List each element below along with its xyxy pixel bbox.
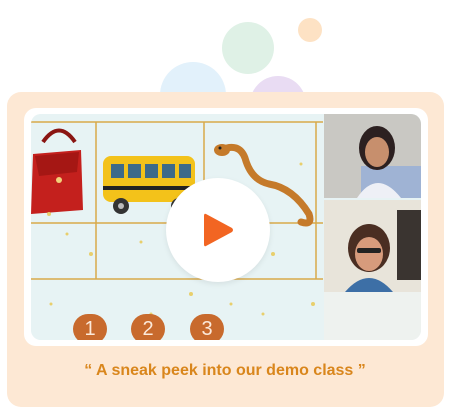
decor-bubble-green bbox=[222, 22, 274, 74]
decor-bubble-orange bbox=[298, 18, 322, 42]
demo-video[interactable]: 1 2 3 bbox=[31, 114, 421, 340]
video-caption: “ A sneak peek into our demo class ” bbox=[84, 362, 366, 379]
play-icon bbox=[204, 213, 233, 247]
play-button[interactable] bbox=[166, 178, 270, 282]
video-frame: 1 2 3 bbox=[24, 108, 428, 346]
student-webcam bbox=[324, 200, 421, 292]
lesson-number-1: 1 bbox=[73, 314, 107, 340]
lesson-number-2: 2 bbox=[131, 314, 165, 340]
lesson-number-3: 3 bbox=[190, 314, 224, 340]
teacher-webcam bbox=[324, 114, 421, 198]
